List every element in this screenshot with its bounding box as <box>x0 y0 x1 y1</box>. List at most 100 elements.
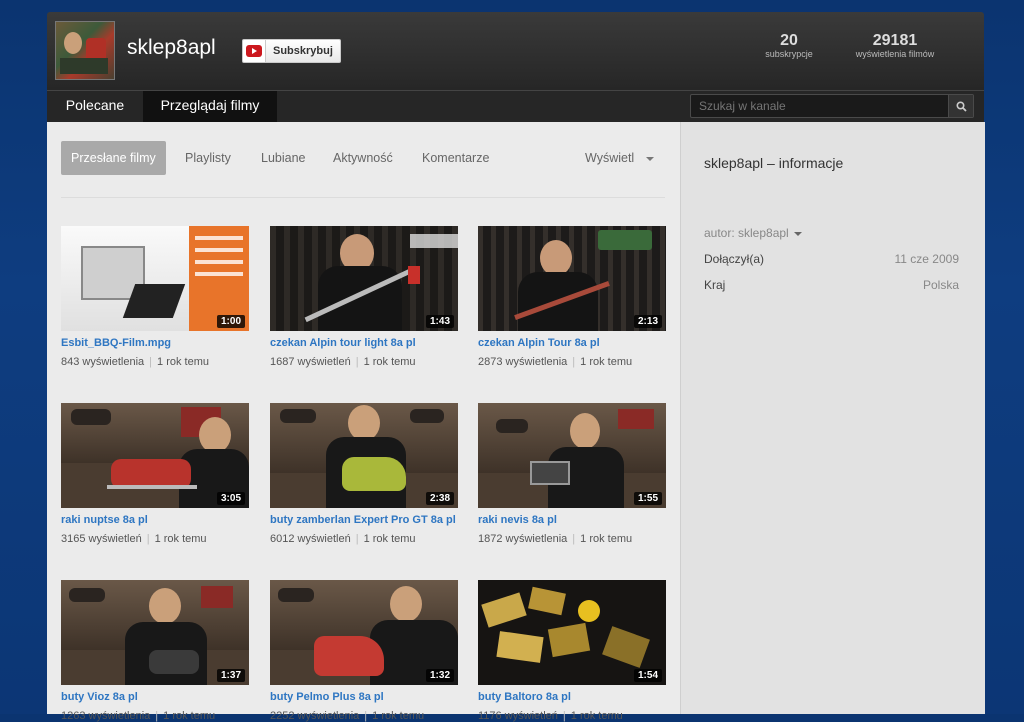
video-meta: 1176 wyświetleń | 1 rok temu <box>478 710 623 722</box>
video-subnav: Przesłane filmy Playlisty Lubiane Aktywn… <box>61 141 661 175</box>
view-dropdown-label: Wyświetl <box>585 151 635 165</box>
video-thumbnail[interactable]: 2:13 <box>478 226 666 331</box>
tab-featured[interactable]: Polecane <box>47 91 143 122</box>
video-thumbnail[interactable]: 2:38 <box>270 403 458 508</box>
video-duration: 1:55 <box>633 492 662 505</box>
video-meta: 2252 wyświetlenia | 1 rok temu <box>270 710 425 722</box>
video-duration: 1:32 <box>425 669 454 682</box>
video-meta: 2873 wyświetlenia | 1 rok temu <box>478 356 633 368</box>
video-title[interactable]: buty zamberlan Expert Pro GT 8a pl <box>270 514 458 526</box>
video-age: 1 rok temu <box>154 533 207 545</box>
video-item: 1:37 buty Vioz 8a pl 1263 wyświetlenia | 1… <box>61 580 249 722</box>
subtab-activity[interactable]: Aktywność <box>333 141 393 175</box>
video-title[interactable]: buty Pelmo Plus 8a pl <box>270 691 458 703</box>
channel-nav: Polecane Przeglądaj filmy <box>47 90 984 125</box>
video-age: 1 rok temu <box>580 533 633 545</box>
video-views: 2252 wyświetlenia <box>270 710 360 722</box>
video-views: 1872 wyświetlenia <box>478 533 568 545</box>
joined-label: Dołączył(a) <box>704 252 765 266</box>
video-thumbnail[interactable]: 1:54 <box>478 580 666 685</box>
video-views: 3165 wyświetleń <box>61 533 142 545</box>
video-age: 1 rok temu <box>570 710 623 722</box>
video-age: 1 rok temu <box>580 356 633 368</box>
subtab-comments[interactable]: Komentarze <box>422 141 489 175</box>
video-meta: 1687 wyświetleń | 1 rok temu <box>270 356 416 368</box>
video-duration: 2:13 <box>633 315 662 328</box>
video-thumbnail[interactable]: 1:00 <box>61 226 249 331</box>
joined-row: Dołączył(a) 11 cze 2009 <box>704 252 959 266</box>
views-label: wyświetlenia filmów <box>855 49 935 59</box>
video-item: 1:43 czekan Alpin tour light 8a pl 1687 … <box>270 226 458 368</box>
subscribe-control[interactable]: Subskrybuj <box>242 39 341 63</box>
video-title[interactable]: buty Baltoro 8a pl <box>478 691 666 703</box>
video-title[interactable]: Esbit_BBQ-Film.mpg <box>61 337 249 349</box>
video-views: 1263 wyświetlenia <box>61 710 151 722</box>
video-item: 1:54 buty Baltoro 8a pl 1176 wyświetleń |… <box>478 580 666 722</box>
video-meta: 3165 wyświetleń | 1 rok temu <box>61 533 207 545</box>
author-dropdown[interactable]: autor: sklep8apl <box>704 226 802 240</box>
video-duration: 2:38 <box>425 492 454 505</box>
video-item: 2:38 buty zamberlan Expert Pro GT 8a pl … <box>270 403 458 545</box>
video-thumbnail[interactable]: 3:05 <box>61 403 249 508</box>
video-title[interactable]: buty Vioz 8a pl <box>61 691 249 703</box>
video-duration: 1:54 <box>633 669 662 682</box>
views-stat: 29181 wyświetlenia filmów <box>843 32 947 59</box>
subtab-liked[interactable]: Lubiane <box>261 141 306 175</box>
subscriptions-count: 20 <box>780 32 798 49</box>
video-thumbnail[interactable]: 1:55 <box>478 403 666 508</box>
video-title[interactable]: czekan Alpin Tour 8a pl <box>478 337 666 349</box>
video-views: 1687 wyświetleń <box>270 356 351 368</box>
video-item: 2:13 czekan Alpin Tour 8a pl 2873 wyświe… <box>478 226 666 368</box>
channel-header: sklep8apl Subskrybuj 20 subskrypcje 2918… <box>47 12 984 90</box>
search-input[interactable] <box>691 95 948 117</box>
main-content: Przesłane filmy Playlisty Lubiane Aktywn… <box>47 122 680 722</box>
video-views: 6012 wyświetleń <box>270 533 351 545</box>
channel-avatar[interactable] <box>55 21 115 80</box>
search-icon <box>955 100 967 112</box>
subtab-playlists[interactable]: Playlisty <box>185 141 231 175</box>
subscribe-button[interactable]: Subskrybuj <box>266 39 341 63</box>
subscriptions-stat: 20 subskrypcje <box>759 32 819 59</box>
search-button[interactable] <box>948 95 973 117</box>
video-duration: 1:00 <box>216 315 245 328</box>
chevron-down-icon <box>645 156 654 161</box>
chevron-down-icon <box>793 231 802 236</box>
video-meta: 6012 wyświetleń | 1 rok temu <box>270 533 416 545</box>
youtube-icon[interactable] <box>242 39 266 63</box>
views-count: 29181 <box>872 32 918 49</box>
video-title[interactable]: czekan Alpin tour light 8a pl <box>270 337 458 349</box>
video-meta: 843 wyświetlenia | 1 rok temu <box>61 356 209 368</box>
video-age: 1 rok temu <box>163 710 216 722</box>
video-item: 1:00 Esbit_BBQ-Film.mpg 843 wyświetlenia… <box>61 226 249 368</box>
video-meta: 1263 wyświetlenia | 1 rok temu <box>61 710 216 722</box>
subtab-uploads[interactable]: Przesłane filmy <box>61 141 166 175</box>
tab-browse-videos[interactable]: Przeglądaj filmy <box>143 91 277 125</box>
video-duration: 1:37 <box>216 669 245 682</box>
view-dropdown[interactable]: Wyświetl <box>585 141 654 175</box>
video-age: 1 rok temu <box>157 356 209 368</box>
video-thumbnail[interactable]: 1:43 <box>270 226 458 331</box>
country-value: Polska <box>922 278 959 292</box>
video-thumbnail[interactable]: 1:37 <box>61 580 249 685</box>
video-views: 2873 wyświetlenia <box>478 356 568 368</box>
channel-name: sklep8apl <box>127 36 216 59</box>
video-duration: 1:43 <box>425 315 454 328</box>
video-age: 1 rok temu <box>372 710 425 722</box>
video-title[interactable]: raki nuptse 8a pl <box>61 514 249 526</box>
channel-page: sklep8apl Subskrybuj 20 subskrypcje 2918… <box>47 12 985 722</box>
channel-search <box>690 94 974 118</box>
sidebar-title: sklep8apl – informacje <box>704 155 844 171</box>
channel-info-sidebar: sklep8apl – informacje autor: sklep8apl … <box>680 122 985 714</box>
country-label: Kraj <box>704 278 726 292</box>
video-title[interactable]: raki nevis 8a pl <box>478 514 666 526</box>
video-item: 1:32 buty Pelmo Plus 8a pl 2252 wyświetl… <box>270 580 458 722</box>
video-meta: 1872 wyświetlenia | 1 rok temu <box>478 533 633 545</box>
video-views: 1176 wyświetleń <box>478 710 558 722</box>
author-label: autor: sklep8apl <box>704 226 789 240</box>
video-item: 1:55 raki nevis 8a pl 1872 wyświetlenia |… <box>478 403 666 545</box>
joined-value: 11 cze 2009 <box>894 252 960 266</box>
video-age: 1 rok temu <box>363 533 416 545</box>
video-item: 3:05 raki nuptse 8a pl 3165 wyświetleń | 1… <box>61 403 249 545</box>
video-thumbnail[interactable]: 1:32 <box>270 580 458 685</box>
country-row: Kraj Polska <box>704 278 959 292</box>
